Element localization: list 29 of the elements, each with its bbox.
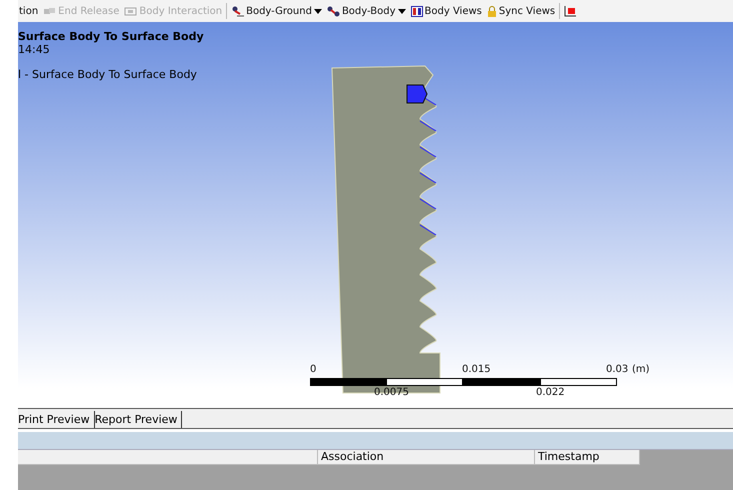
column-header[interactable]: Timestamp xyxy=(535,450,640,465)
toolbar-dropdown[interactable]: Body-Ground xyxy=(230,6,323,16)
scale-label: 0 xyxy=(310,364,316,375)
timestamp-text: 14:45 xyxy=(18,43,51,56)
scale-unit: (m) xyxy=(632,364,650,375)
toolbar-button[interactable]: Body Views xyxy=(410,6,483,16)
contact-title: Surface Body To Surface Body xyxy=(18,30,205,43)
legend-text: l - Surface Body To Surface Body xyxy=(18,68,198,81)
toolbar-dropdown[interactable]: Body-Body xyxy=(326,6,407,16)
column-header[interactable]: Association xyxy=(318,450,535,465)
preview-tab[interactable]: Print Preview xyxy=(18,411,95,428)
toolbar-button[interactable]: tion xyxy=(18,6,40,16)
scale-label: 0.022 xyxy=(536,387,565,398)
chart-icon xyxy=(564,5,578,17)
lock-icon xyxy=(486,6,497,16)
body-body-icon xyxy=(326,6,340,16)
link-icon xyxy=(124,6,138,16)
preview-tab[interactable]: Report Preview xyxy=(94,411,182,428)
views-icon xyxy=(410,6,423,16)
caret-icon xyxy=(398,8,406,14)
link-icon xyxy=(43,6,56,16)
toolbar-button[interactable]: Sync Views xyxy=(486,6,556,16)
scale-label: 0.0075 xyxy=(374,387,409,398)
contact-marker xyxy=(406,84,428,104)
body-ground-icon xyxy=(231,6,244,16)
scale-label: 0.015 xyxy=(462,364,491,375)
scale-label: 0.03 xyxy=(606,364,628,375)
toolbar-button[interactable] xyxy=(563,5,578,17)
caret-icon xyxy=(314,8,322,14)
